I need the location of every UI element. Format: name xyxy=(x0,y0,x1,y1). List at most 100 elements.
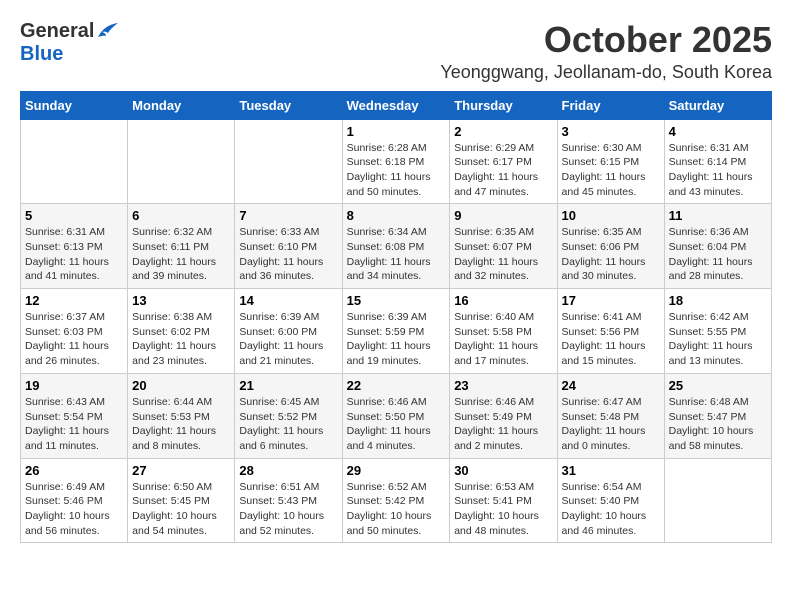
weekday-header: Tuesday xyxy=(235,91,342,119)
day-number: 6 xyxy=(132,208,230,223)
calendar-cell: 10 Sunrise: 6:35 AMSunset: 6:06 PMDayligh… xyxy=(557,204,664,289)
calendar-table: SundayMondayTuesdayWednesdayThursdayFrid… xyxy=(20,91,772,544)
day-info: Sunrise: 6:31 AMSunset: 6:14 PMDaylight:… xyxy=(669,141,767,200)
day-info: Sunrise: 6:34 AMSunset: 6:08 PMDaylight:… xyxy=(347,225,446,284)
day-number: 25 xyxy=(669,378,767,393)
day-info: Sunrise: 6:40 AMSunset: 5:58 PMDaylight:… xyxy=(454,310,552,369)
calendar-cell: 16 Sunrise: 6:40 AMSunset: 5:58 PMDayligh… xyxy=(450,289,557,374)
calendar-cell: 5 Sunrise: 6:31 AMSunset: 6:13 PMDaylight… xyxy=(21,204,128,289)
calendar-cell xyxy=(664,458,771,543)
day-number: 20 xyxy=(132,378,230,393)
calendar-cell: 25 Sunrise: 6:48 AMSunset: 5:47 PMDayligh… xyxy=(664,373,771,458)
day-number: 30 xyxy=(454,463,552,478)
day-number: 13 xyxy=(132,293,230,308)
day-info: Sunrise: 6:36 AMSunset: 6:04 PMDaylight:… xyxy=(669,225,767,284)
calendar-cell: 19Sunrise: 6:43 AMSunset: 5:54 PMDayligh… xyxy=(21,373,128,458)
day-info: Sunrise: 6:53 AMSunset: 5:41 PMDaylight:… xyxy=(454,480,552,539)
day-info: Sunrise: 6:47 AMSunset: 5:48 PMDaylight:… xyxy=(562,395,660,454)
day-number: 28 xyxy=(239,463,337,478)
day-number: 5 xyxy=(25,208,123,223)
calendar-cell: 8Sunrise: 6:34 AMSunset: 6:08 PMDaylight… xyxy=(342,204,450,289)
weekday-header: Friday xyxy=(557,91,664,119)
calendar-cell: 31 Sunrise: 6:54 AMSunset: 5:40 PMDayligh… xyxy=(557,458,664,543)
logo-general: General xyxy=(20,20,94,43)
calendar-week-row: 26 Sunrise: 6:49 AMSunset: 5:46 PMDayligh… xyxy=(21,458,772,543)
calendar-cell: 20Sunrise: 6:44 AMSunset: 5:53 PMDayligh… xyxy=(128,373,235,458)
day-number: 10 xyxy=(562,208,660,223)
day-info: Sunrise: 6:39 AMSunset: 6:00 PMDaylight:… xyxy=(239,310,337,369)
day-info: Sunrise: 6:54 AMSunset: 5:40 PMDaylight:… xyxy=(562,480,660,539)
day-info: Sunrise: 6:29 AMSunset: 6:17 PMDaylight:… xyxy=(454,141,552,200)
day-number: 15 xyxy=(347,293,446,308)
logo-blue: Blue xyxy=(20,43,63,65)
title-section: October 2025 Yeonggwang, Jeollanam-do, S… xyxy=(440,20,772,83)
day-info: Sunrise: 6:35 AMSunset: 6:07 PMDaylight:… xyxy=(454,225,552,284)
calendar-header-row: SundayMondayTuesdayWednesdayThursdayFrid… xyxy=(21,91,772,119)
day-number: 18 xyxy=(669,293,767,308)
calendar-cell: 12Sunrise: 6:37 AMSunset: 6:03 PMDayligh… xyxy=(21,289,128,374)
day-number: 16 xyxy=(454,293,552,308)
day-info: Sunrise: 6:45 AMSunset: 5:52 PMDaylight:… xyxy=(239,395,337,454)
day-number: 31 xyxy=(562,463,660,478)
day-info: Sunrise: 6:28 AMSunset: 6:18 PMDaylight:… xyxy=(347,141,446,200)
calendar-cell: 29 Sunrise: 6:52 AMSunset: 5:42 PMDayligh… xyxy=(342,458,450,543)
calendar-cell xyxy=(235,119,342,204)
calendar-cell: 15 Sunrise: 6:39 AMSunset: 5:59 PMDayligh… xyxy=(342,289,450,374)
day-info: Sunrise: 6:52 AMSunset: 5:42 PMDaylight:… xyxy=(347,480,446,539)
day-info: Sunrise: 6:32 AMSunset: 6:11 PMDaylight:… xyxy=(132,225,230,284)
calendar-cell: 4 Sunrise: 6:31 AMSunset: 6:14 PMDaylight… xyxy=(664,119,771,204)
weekday-header: Thursday xyxy=(450,91,557,119)
day-info: Sunrise: 6:30 AMSunset: 6:15 PMDaylight:… xyxy=(562,141,660,200)
calendar-week-row: 5 Sunrise: 6:31 AMSunset: 6:13 PMDaylight… xyxy=(21,204,772,289)
calendar-cell: 30 Sunrise: 6:53 AMSunset: 5:41 PMDayligh… xyxy=(450,458,557,543)
calendar-week-row: 19Sunrise: 6:43 AMSunset: 5:54 PMDayligh… xyxy=(21,373,772,458)
day-info: Sunrise: 6:48 AMSunset: 5:47 PMDaylight:… xyxy=(669,395,767,454)
calendar-cell: 24Sunrise: 6:47 AMSunset: 5:48 PMDayligh… xyxy=(557,373,664,458)
weekday-header: Monday xyxy=(128,91,235,119)
day-info: Sunrise: 6:49 AMSunset: 5:46 PMDaylight:… xyxy=(25,480,123,539)
calendar-cell: 1Sunrise: 6:28 AMSunset: 6:18 PMDaylight… xyxy=(342,119,450,204)
day-info: Sunrise: 6:51 AMSunset: 5:43 PMDaylight:… xyxy=(239,480,337,539)
day-number: 2 xyxy=(454,124,552,139)
calendar-week-row: 12Sunrise: 6:37 AMSunset: 6:03 PMDayligh… xyxy=(21,289,772,374)
day-number: 7 xyxy=(239,208,337,223)
calendar-cell: 23 Sunrise: 6:46 AMSunset: 5:49 PMDayligh… xyxy=(450,373,557,458)
calendar-body: 1Sunrise: 6:28 AMSunset: 6:18 PMDaylight… xyxy=(21,119,772,543)
day-number: 26 xyxy=(25,463,123,478)
calendar-cell: 22 Sunrise: 6:46 AMSunset: 5:50 PMDayligh… xyxy=(342,373,450,458)
calendar-cell: 6 Sunrise: 6:32 AMSunset: 6:11 PMDaylight… xyxy=(128,204,235,289)
day-number: 4 xyxy=(669,124,767,139)
month-title: October 2025 xyxy=(440,20,772,60)
day-number: 17 xyxy=(562,293,660,308)
day-number: 3 xyxy=(562,124,660,139)
day-info: Sunrise: 6:50 AMSunset: 5:45 PMDaylight:… xyxy=(132,480,230,539)
calendar-cell xyxy=(128,119,235,204)
calendar-cell: 3 Sunrise: 6:30 AMSunset: 6:15 PMDaylight… xyxy=(557,119,664,204)
day-info: Sunrise: 6:31 AMSunset: 6:13 PMDaylight:… xyxy=(25,225,123,284)
day-number: 27 xyxy=(132,463,230,478)
day-info: Sunrise: 6:37 AMSunset: 6:03 PMDaylight:… xyxy=(25,310,123,369)
calendar-cell: 11 Sunrise: 6:36 AMSunset: 6:04 PMDayligh… xyxy=(664,204,771,289)
day-info: Sunrise: 6:46 AMSunset: 5:49 PMDaylight:… xyxy=(454,395,552,454)
calendar-week-row: 1Sunrise: 6:28 AMSunset: 6:18 PMDaylight… xyxy=(21,119,772,204)
day-number: 11 xyxy=(669,208,767,223)
calendar-cell: 18 Sunrise: 6:42 AMSunset: 5:55 PMDayligh… xyxy=(664,289,771,374)
weekday-header: Saturday xyxy=(664,91,771,119)
day-number: 29 xyxy=(347,463,446,478)
day-info: Sunrise: 6:35 AMSunset: 6:06 PMDaylight:… xyxy=(562,225,660,284)
weekday-header: Wednesday xyxy=(342,91,450,119)
day-info: Sunrise: 6:39 AMSunset: 5:59 PMDaylight:… xyxy=(347,310,446,369)
day-info: Sunrise: 6:38 AMSunset: 6:02 PMDaylight:… xyxy=(132,310,230,369)
day-info: Sunrise: 6:41 AMSunset: 5:56 PMDaylight:… xyxy=(562,310,660,369)
calendar-cell: 28 Sunrise: 6:51 AMSunset: 5:43 PMDayligh… xyxy=(235,458,342,543)
calendar-cell: 13 Sunrise: 6:38 AMSunset: 6:02 PMDayligh… xyxy=(128,289,235,374)
day-number: 19 xyxy=(25,378,123,393)
day-info: Sunrise: 6:33 AMSunset: 6:10 PMDaylight:… xyxy=(239,225,337,284)
day-number: 23 xyxy=(454,378,552,393)
bird-icon xyxy=(96,23,118,41)
day-number: 21 xyxy=(239,378,337,393)
day-info: Sunrise: 6:42 AMSunset: 5:55 PMDaylight:… xyxy=(669,310,767,369)
day-info: Sunrise: 6:46 AMSunset: 5:50 PMDaylight:… xyxy=(347,395,446,454)
day-number: 22 xyxy=(347,378,446,393)
calendar-cell xyxy=(21,119,128,204)
